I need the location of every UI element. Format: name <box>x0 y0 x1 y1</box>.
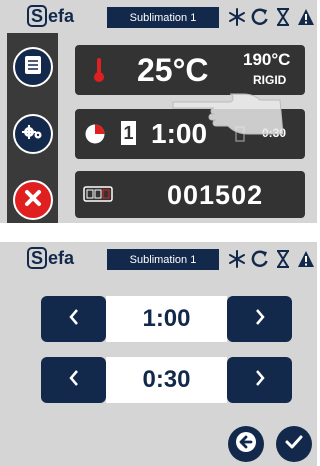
chevron-right-icon <box>254 308 266 331</box>
refresh-icon <box>250 6 270 28</box>
snowflake-icon <box>227 6 247 28</box>
time-stepper-1: 1:00 <box>41 296 292 342</box>
timer-pie-icon <box>84 123 106 150</box>
chevron-right-icon <box>254 369 266 392</box>
counter-icon <box>83 185 113 208</box>
warning-icon <box>296 248 316 270</box>
cancel-button[interactable] <box>13 180 53 220</box>
program-title: Sublimation 1 <box>107 249 219 270</box>
program-title-text: Sublimation 1 <box>129 253 197 266</box>
screen-main: Sefa Sublimation 1 25°C 190°C RIGID 1 1:… <box>0 0 317 223</box>
settings-button[interactable] <box>13 114 53 154</box>
menu-icon <box>24 55 42 80</box>
stepper-value-2[interactable]: 0:30 <box>106 357 227 403</box>
snowflake-icon <box>227 248 247 270</box>
chevron-left-icon <box>68 369 80 392</box>
hourglass-icon <box>273 6 293 28</box>
header-status-icons <box>227 248 316 270</box>
counter-row[interactable]: 001502 <box>75 171 305 218</box>
program-title: Sublimation 1 <box>107 7 219 28</box>
logo: Sefa <box>27 5 74 27</box>
cancel-icon <box>24 189 42 212</box>
back-button[interactable] <box>228 426 264 462</box>
back-icon <box>235 431 257 458</box>
confirm-icon <box>283 431 305 458</box>
hand-pointer-icon <box>168 80 288 145</box>
header-2: Sefa Sublimation 1 <box>0 242 317 275</box>
thermometer-icon <box>93 57 105 88</box>
increase-button-2[interactable] <box>227 357 292 403</box>
cycle-counter: 001502 <box>167 180 264 210</box>
preset-index: 1 <box>121 121 136 145</box>
header: Sefa Sublimation 1 <box>0 0 317 33</box>
target-temperature: 190°C <box>243 50 291 69</box>
hourglass-icon <box>273 248 293 270</box>
logo: Sefa <box>27 247 74 269</box>
refresh-icon <box>250 248 270 270</box>
header-status-icons <box>227 6 316 28</box>
increase-button-1[interactable] <box>227 296 292 342</box>
warning-icon <box>296 6 316 28</box>
stepper-value-1[interactable]: 1:00 <box>106 296 227 342</box>
menu-button[interactable] <box>13 47 53 87</box>
decrease-button-1[interactable] <box>41 296 106 342</box>
screen-time-settings: Sefa Sublimation 1 <box>0 242 317 466</box>
settings-icon <box>21 122 45 147</box>
time-stepper-2: 0:30 <box>41 357 292 403</box>
chevron-left-icon <box>68 308 80 331</box>
decrease-button-2[interactable] <box>41 357 106 403</box>
program-title-text: Sublimation 1 <box>129 11 197 24</box>
confirm-button[interactable] <box>276 426 312 462</box>
